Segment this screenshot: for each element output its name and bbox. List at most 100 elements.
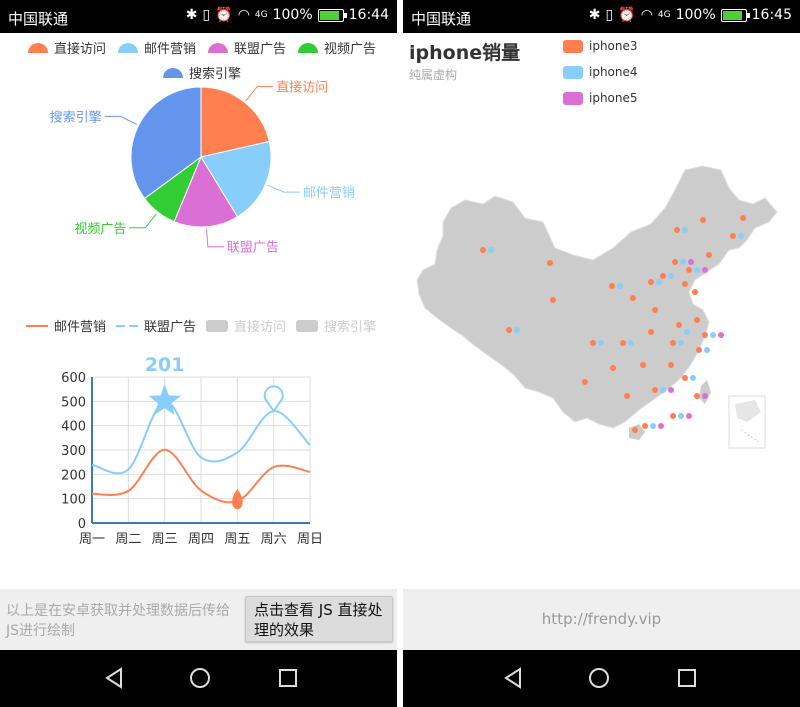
map-dot[interactable] bbox=[480, 247, 486, 253]
map-dot[interactable] bbox=[738, 233, 744, 239]
recents-icon[interactable] bbox=[277, 667, 299, 689]
map-dot[interactable] bbox=[658, 423, 664, 429]
legend-label: 联盟广告 bbox=[234, 42, 287, 57]
min-marker[interactable] bbox=[232, 489, 243, 510]
map-dot[interactable] bbox=[702, 393, 708, 399]
china-map[interactable] bbox=[403, 160, 800, 460]
view-js-button[interactable]: 点击查看 JS 直接处理的效果 bbox=[245, 596, 393, 642]
map-dot[interactable] bbox=[652, 387, 658, 393]
pie-label: 联盟广告 bbox=[227, 241, 279, 256]
map-dot[interactable] bbox=[672, 259, 678, 265]
map-dot[interactable] bbox=[688, 259, 694, 265]
pie-label-line bbox=[245, 86, 274, 102]
map-dot[interactable] bbox=[686, 413, 692, 419]
x-tick-label: 周四 bbox=[188, 532, 214, 547]
map-dot[interactable] bbox=[694, 267, 700, 273]
map-dot[interactable] bbox=[682, 375, 688, 381]
map-dot[interactable] bbox=[670, 340, 676, 346]
map-dot[interactable] bbox=[690, 375, 696, 381]
map-dot[interactable] bbox=[656, 279, 662, 285]
map-dot[interactable] bbox=[582, 379, 588, 385]
map-dot[interactable] bbox=[682, 281, 688, 287]
map-dot[interactable] bbox=[652, 307, 658, 313]
map-dot[interactable] bbox=[590, 340, 596, 346]
map-dot[interactable] bbox=[632, 427, 638, 433]
url-text[interactable]: http://frendy.vip bbox=[403, 610, 800, 628]
legend-item-direct-line[interactable]: 直接访问 bbox=[206, 316, 286, 335]
map-dot[interactable] bbox=[648, 279, 654, 285]
back-icon[interactable] bbox=[103, 667, 125, 689]
map-dot[interactable] bbox=[668, 387, 674, 393]
map-dot[interactable] bbox=[630, 295, 636, 301]
map-dot[interactable] bbox=[710, 332, 716, 338]
home-icon[interactable] bbox=[189, 667, 211, 689]
map-dot[interactable] bbox=[609, 283, 615, 289]
map-dot[interactable] bbox=[648, 329, 654, 335]
map-dot[interactable] bbox=[694, 393, 700, 399]
carrier-name: 中国联通 bbox=[411, 10, 472, 28]
map-dot[interactable] bbox=[700, 217, 706, 223]
map-legend-iphone3[interactable]: iphone3 bbox=[563, 39, 638, 53]
map-dot[interactable] bbox=[740, 215, 746, 221]
map-dot[interactable] bbox=[624, 393, 630, 399]
map-dot[interactable] bbox=[704, 347, 710, 353]
map-dot[interactable] bbox=[730, 233, 736, 239]
description-text: 以上是在安卓获取并处理数据后传给JS进行绘制 bbox=[6, 603, 230, 639]
map-dot[interactable] bbox=[692, 289, 698, 295]
map-dot[interactable] bbox=[547, 260, 553, 266]
map-dot[interactable] bbox=[640, 362, 646, 368]
map-dot[interactable] bbox=[680, 259, 686, 265]
bluetooth-icon: ✱ bbox=[588, 7, 601, 23]
map-dot[interactable] bbox=[668, 273, 674, 279]
map-dot[interactable] bbox=[718, 332, 724, 338]
map-dot[interactable] bbox=[488, 247, 494, 253]
map-dot[interactable] bbox=[668, 362, 674, 368]
max-data-label: 201 bbox=[145, 354, 185, 376]
map-dot[interactable] bbox=[706, 252, 712, 258]
map-dot[interactable] bbox=[660, 273, 666, 279]
map-dot[interactable] bbox=[620, 340, 626, 346]
map-dot[interactable] bbox=[642, 423, 648, 429]
map-dot[interactable] bbox=[702, 332, 708, 338]
map-dot[interactable] bbox=[617, 283, 623, 289]
legend-swatch bbox=[208, 42, 228, 53]
map-dot[interactable] bbox=[686, 267, 692, 273]
map-dot[interactable] bbox=[670, 413, 676, 419]
map-dot[interactable] bbox=[598, 340, 604, 346]
map-dot[interactable] bbox=[682, 227, 688, 233]
legend-swatch bbox=[118, 42, 138, 53]
legend-item-email[interactable]: 邮件营销 bbox=[118, 38, 196, 57]
map-dot[interactable] bbox=[650, 423, 656, 429]
legend-item-affiliate[interactable]: 联盟广告 bbox=[208, 38, 286, 57]
map-dot[interactable] bbox=[676, 322, 682, 328]
legend-item-video[interactable]: 视频广告 bbox=[298, 38, 376, 57]
map-legend-iphone4[interactable]: iphone4 bbox=[563, 65, 638, 79]
map-dot[interactable] bbox=[628, 340, 634, 346]
map-dot[interactable] bbox=[694, 317, 700, 323]
map-dot[interactable] bbox=[678, 413, 684, 419]
map-dot[interactable] bbox=[684, 329, 690, 335]
home-icon[interactable] bbox=[588, 667, 610, 689]
wifi-icon: ◠ bbox=[640, 7, 653, 23]
recents-icon[interactable] bbox=[676, 667, 698, 689]
map-dot[interactable] bbox=[506, 327, 512, 333]
map-dot[interactable] bbox=[514, 327, 520, 333]
back-icon[interactable] bbox=[502, 667, 524, 689]
map-dot[interactable] bbox=[696, 347, 702, 353]
legend-label: iphone3 bbox=[589, 39, 638, 53]
pin-marker[interactable] bbox=[263, 385, 284, 413]
y-tick-label: 600 bbox=[61, 371, 86, 386]
map-dot[interactable] bbox=[610, 365, 616, 371]
map-dot[interactable] bbox=[702, 267, 708, 273]
y-tick-label: 0 bbox=[78, 517, 86, 532]
map-dot[interactable] bbox=[660, 387, 666, 393]
legend-item-direct[interactable]: 直接访问 bbox=[28, 38, 106, 57]
legend-item-search-line[interactable]: 搜索引擎 bbox=[296, 316, 376, 335]
legend-item-affiliate-line[interactable]: 联盟广告 bbox=[116, 316, 196, 335]
legend-label: 直接访问 bbox=[234, 320, 287, 335]
legend-item-email-line[interactable]: 邮件营销 bbox=[26, 316, 106, 335]
map-dot[interactable] bbox=[678, 340, 684, 346]
map-legend-iphone5[interactable]: iphone5 bbox=[563, 91, 638, 105]
map-dot[interactable] bbox=[550, 297, 556, 303]
map-dot[interactable] bbox=[674, 227, 680, 233]
